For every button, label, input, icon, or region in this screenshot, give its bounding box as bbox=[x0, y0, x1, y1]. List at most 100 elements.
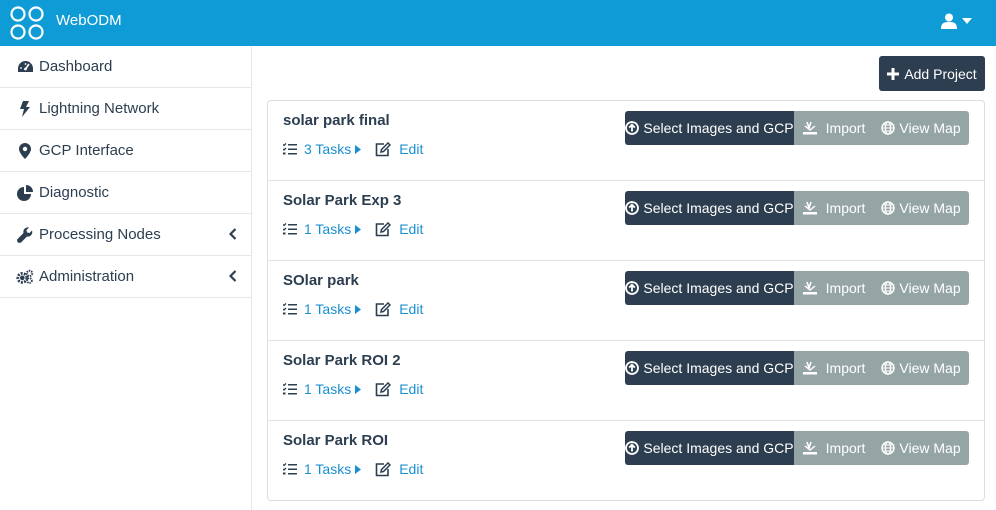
edit-project-link[interactable]: Edit bbox=[375, 381, 423, 397]
upload-icon bbox=[625, 281, 640, 295]
import-icon bbox=[802, 201, 817, 215]
brand-name[interactable]: WebODM bbox=[56, 12, 122, 29]
sidebar-item-label: Administration bbox=[39, 268, 135, 285]
view-map-button[interactable]: View Map bbox=[873, 111, 969, 145]
upload-icon bbox=[625, 441, 640, 455]
sidebar-item-lightning-network[interactable]: Lightning Network bbox=[0, 88, 251, 130]
tasks-count: 3 Tasks bbox=[304, 141, 352, 157]
view-map-button[interactable]: View Map bbox=[873, 431, 969, 465]
tasks-list-icon bbox=[283, 303, 297, 315]
chevron-left-icon bbox=[229, 270, 237, 282]
project-name[interactable]: Solar Park ROI 2 bbox=[283, 352, 401, 369]
import-icon bbox=[802, 121, 817, 135]
main-content: Add Project solar park final 3 Tasks Edi… bbox=[253, 46, 996, 510]
edit-icon bbox=[375, 461, 392, 476]
project-name[interactable]: Solar Park ROI bbox=[283, 432, 388, 449]
select-images-button[interactable]: Select Images and GCP bbox=[625, 351, 794, 385]
tasks-count: 1 Tasks bbox=[304, 461, 352, 477]
edit-project-link[interactable]: Edit bbox=[375, 301, 423, 317]
select-images-button[interactable]: Select Images and GCP bbox=[625, 111, 794, 145]
add-project-button[interactable]: Add Project bbox=[879, 56, 985, 91]
project-list: solar park final 3 Tasks Edit Select Ima… bbox=[267, 100, 985, 501]
sidebar: Dashboard Lightning Network GCP Interfac… bbox=[0, 46, 252, 510]
top-navbar: WebODM bbox=[0, 0, 996, 46]
edit-project-link[interactable]: Edit bbox=[375, 461, 423, 477]
bolt-icon bbox=[16, 100, 34, 118]
select-images-button[interactable]: Select Images and GCP bbox=[625, 431, 794, 465]
sidebar-item-label: Diagnostic bbox=[39, 184, 110, 201]
tasks-list-icon bbox=[283, 463, 297, 475]
cogs-icon bbox=[16, 268, 34, 286]
import-button[interactable]: Import bbox=[794, 351, 873, 385]
sidebar-item-label: GCP Interface bbox=[39, 142, 134, 159]
user-icon bbox=[941, 13, 957, 29]
view-map-button[interactable]: View Map bbox=[873, 351, 969, 385]
sidebar-item-label: Dashboard bbox=[39, 58, 113, 75]
select-images-button[interactable]: Select Images and GCP bbox=[625, 191, 794, 225]
edit-icon bbox=[375, 381, 392, 396]
project-name[interactable]: SOlar park bbox=[283, 272, 359, 289]
tasks-toggle-link[interactable]: 1 Tasks bbox=[283, 301, 362, 317]
upload-icon bbox=[625, 361, 640, 375]
sidebar-item-administration[interactable]: Administration bbox=[0, 256, 251, 298]
edit-icon bbox=[375, 141, 392, 156]
wrench-icon bbox=[16, 226, 34, 244]
project-list-item: solar park final 3 Tasks Edit Select Ima… bbox=[268, 101, 984, 181]
view-map-button[interactable]: View Map bbox=[873, 271, 969, 305]
globe-icon bbox=[881, 361, 896, 375]
project-actions: Select Images and GCP Import View Map bbox=[625, 431, 969, 465]
caret-right-icon bbox=[355, 384, 362, 394]
select-images-button[interactable]: Select Images and GCP bbox=[625, 271, 794, 305]
project-name[interactable]: solar park final bbox=[283, 112, 390, 129]
dashboard-icon bbox=[16, 58, 34, 76]
project-list-item: Solar Park ROI 2 1 Tasks Edit Select Ima… bbox=[268, 341, 984, 421]
sidebar-item-gcp-interface[interactable]: GCP Interface bbox=[0, 130, 251, 172]
project-actions: Select Images and GCP Import View Map bbox=[625, 191, 969, 225]
project-list-item: Solar Park Exp 3 1 Tasks Edit Select Ima… bbox=[268, 181, 984, 261]
tasks-toggle-link[interactable]: 1 Tasks bbox=[283, 381, 362, 397]
import-button[interactable]: Import bbox=[794, 191, 873, 225]
map-marker-icon bbox=[16, 142, 34, 160]
edit-project-link[interactable]: Edit bbox=[375, 221, 423, 237]
tasks-toggle-link[interactable]: 3 Tasks bbox=[283, 141, 362, 157]
caret-down-icon bbox=[962, 18, 972, 24]
tasks-list-icon bbox=[283, 143, 297, 155]
plus-icon bbox=[887, 67, 900, 80]
project-actions: Select Images and GCP Import View Map bbox=[625, 111, 969, 145]
import-button[interactable]: Import bbox=[794, 271, 873, 305]
pie-chart-icon bbox=[16, 184, 34, 202]
import-icon bbox=[802, 441, 817, 455]
view-map-button[interactable]: View Map bbox=[873, 191, 969, 225]
tasks-list-icon bbox=[283, 383, 297, 395]
tasks-list-icon bbox=[283, 223, 297, 235]
tasks-count: 1 Tasks bbox=[304, 221, 352, 237]
upload-icon bbox=[625, 201, 640, 215]
sidebar-item-diagnostic[interactable]: Diagnostic bbox=[0, 172, 251, 214]
caret-right-icon bbox=[355, 224, 362, 234]
import-button[interactable]: Import bbox=[794, 111, 873, 145]
webodm-logo-icon bbox=[10, 6, 44, 40]
tasks-toggle-link[interactable]: 1 Tasks bbox=[283, 461, 362, 477]
tasks-count: 1 Tasks bbox=[304, 381, 352, 397]
sidebar-item-processing-nodes[interactable]: Processing Nodes bbox=[0, 214, 251, 256]
project-actions: Select Images and GCP Import View Map bbox=[625, 351, 969, 385]
globe-icon bbox=[881, 121, 896, 135]
sidebar-item-label: Lightning Network bbox=[39, 100, 160, 117]
import-icon bbox=[802, 361, 817, 375]
chevron-left-icon bbox=[229, 228, 237, 240]
globe-icon bbox=[881, 281, 896, 295]
import-button[interactable]: Import bbox=[794, 431, 873, 465]
import-icon bbox=[802, 281, 817, 295]
edit-project-link[interactable]: Edit bbox=[375, 141, 423, 157]
globe-icon bbox=[881, 201, 896, 215]
upload-icon bbox=[625, 121, 640, 135]
edit-icon bbox=[375, 301, 392, 316]
user-menu-toggle[interactable] bbox=[941, 13, 972, 29]
tasks-count: 1 Tasks bbox=[304, 301, 352, 317]
globe-icon bbox=[881, 441, 896, 455]
sidebar-item-dashboard[interactable]: Dashboard bbox=[0, 46, 251, 88]
project-actions: Select Images and GCP Import View Map bbox=[625, 271, 969, 305]
caret-right-icon bbox=[355, 464, 362, 474]
tasks-toggle-link[interactable]: 1 Tasks bbox=[283, 221, 362, 237]
project-name[interactable]: Solar Park Exp 3 bbox=[283, 192, 401, 209]
